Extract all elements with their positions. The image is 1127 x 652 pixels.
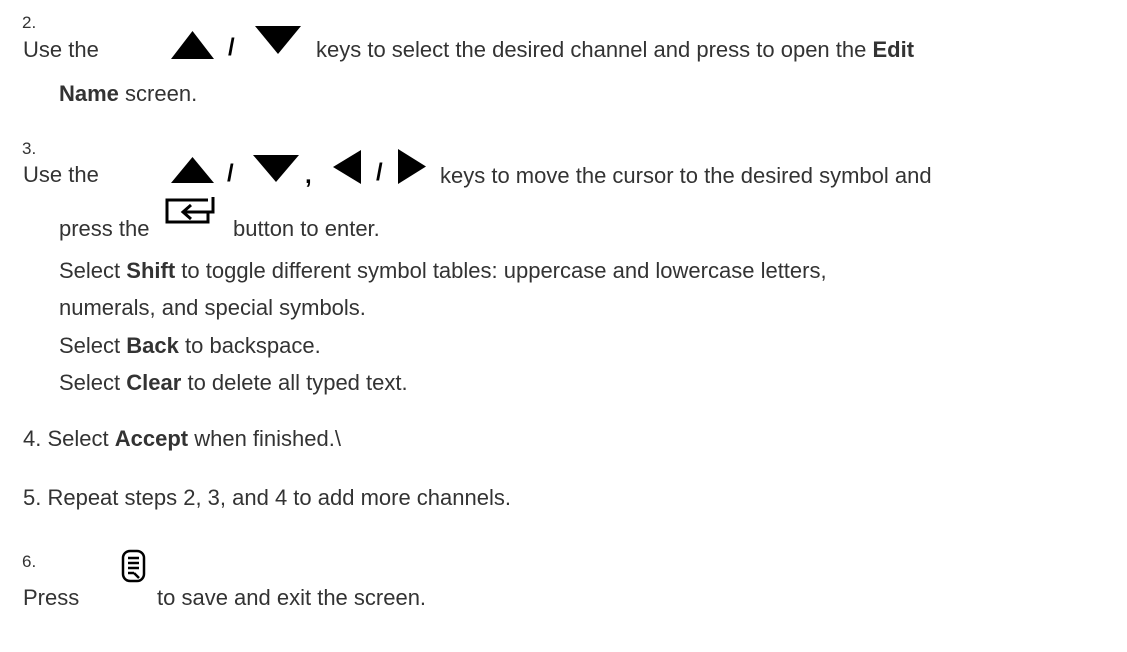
left-arrow-icon	[333, 150, 361, 184]
step3-shift-line: Select Shift to toggle different symbol …	[59, 258, 827, 284]
step4-line: 4. Select Accept when finished.\	[23, 426, 341, 452]
step2-use-the: Use the	[23, 37, 99, 62]
back-label: Back	[126, 333, 179, 358]
step6-number: 6.	[22, 552, 37, 571]
step3-back-line: Select Back to backspace.	[59, 333, 321, 359]
step6-desc: to save and exit the screen.	[157, 585, 427, 610]
step2-name: Name	[59, 81, 119, 106]
right-arrow-icon	[398, 149, 426, 184]
step3-press-the: press the	[59, 216, 150, 241]
step2-number: 2.	[22, 13, 37, 32]
clear-select: Select	[59, 370, 121, 395]
up-arrow-icon	[171, 31, 214, 59]
down-arrow-icon	[255, 26, 301, 54]
enter-key-icon	[165, 197, 215, 224]
menu-key-icon	[121, 549, 146, 583]
step3-enter-text: button to enter.	[233, 216, 380, 241]
step2-screen: screen.	[125, 81, 198, 106]
shift-desc: to toggle different symbol tables: upper…	[181, 258, 827, 283]
shift-label: Shift	[126, 258, 176, 283]
clear-label: Clear	[126, 370, 182, 395]
step3-clear-line: Select Clear to delete all typed text.	[59, 370, 408, 396]
back-desc: to backspace.	[185, 333, 321, 358]
step3-keys-text: keys to move the cursor to the desired s…	[440, 163, 932, 188]
step5-line: 5. Repeat steps 2, 3, and 4 to add more …	[23, 485, 511, 510]
step2-separator: /	[228, 34, 235, 61]
shift-select: Select	[59, 258, 121, 283]
step3-shift-line-2: numerals, and special symbols.	[59, 295, 366, 320]
step4-desc: when finished.\	[194, 426, 341, 451]
step6-press: Press	[23, 585, 80, 610]
step2-edit: Edit	[872, 37, 915, 62]
step3-separator-2: /	[376, 159, 383, 186]
step4-select: 4. Select	[23, 426, 109, 451]
step3-number: 3.	[22, 139, 37, 158]
down-arrow-icon	[253, 155, 299, 182]
back-select: Select	[59, 333, 121, 358]
step3-separator-1: /	[227, 160, 234, 187]
step2-desc: keys to select the desired channel and p…	[316, 37, 914, 63]
step2-line2: Name screen.	[59, 81, 197, 107]
step3-use-the: Use the	[23, 162, 99, 187]
clear-desc: to delete all typed text.	[187, 370, 408, 395]
step2-keys-text: keys to select the desired channel and p…	[316, 37, 867, 62]
step3-comma: ,	[305, 162, 312, 189]
accept-label: Accept	[114, 426, 189, 451]
up-arrow-icon	[171, 157, 214, 183]
